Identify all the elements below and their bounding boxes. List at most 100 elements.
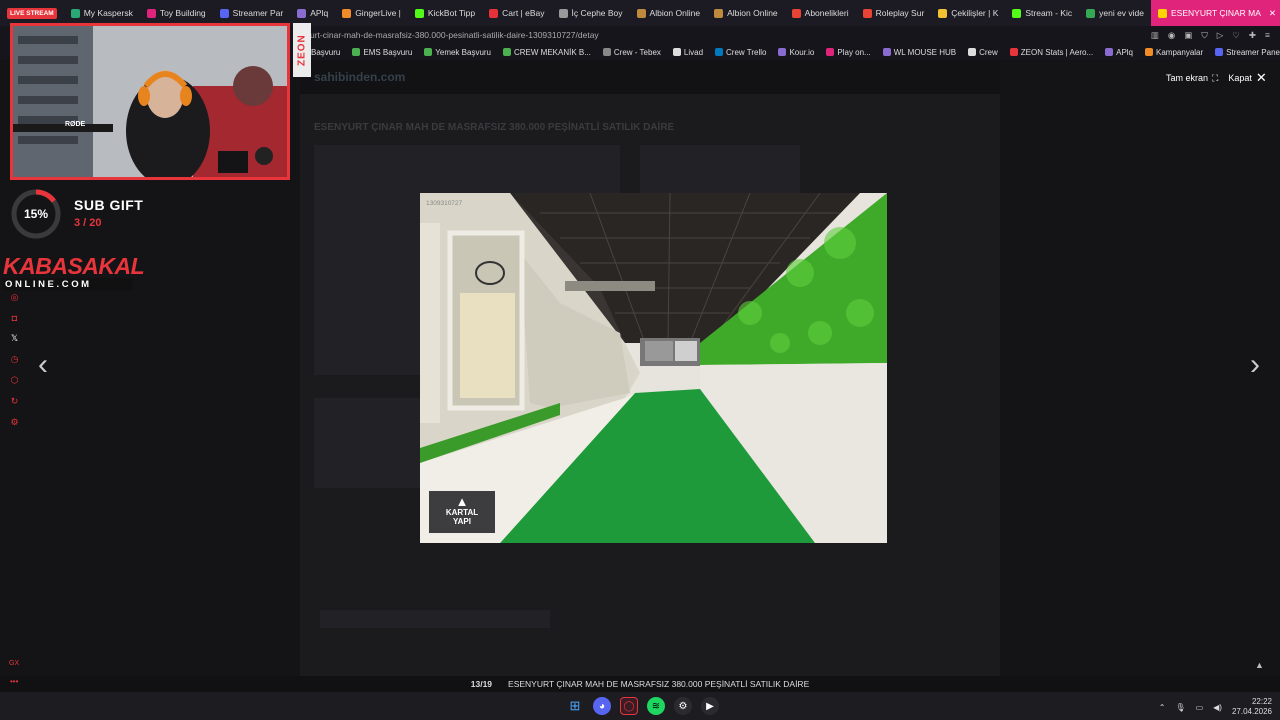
goal-title: SUB GIFT <box>74 197 144 213</box>
site-logo[interactable]: sahibinden.com <box>314 70 405 84</box>
bookmark-item[interactable]: Crew Trello <box>715 48 766 57</box>
thumbs-placeholder <box>314 398 424 488</box>
bookmark-item[interactable]: WL MOUSE HUB <box>882 48 956 57</box>
tab-label: KickBot Tipp <box>427 8 476 18</box>
bookmark-label: Crew - Tebex <box>613 47 661 57</box>
heart-icon[interactable]: ♡ <box>1232 30 1240 41</box>
browser-tab[interactable]: Çekilişler | K <box>931 0 1005 26</box>
media-player-icon[interactable]: ▶ <box>701 697 719 715</box>
bookmark-favicon-icon <box>1145 48 1154 56</box>
browser-tab[interactable]: ESENYURT ÇINAR MA ✕ <box>1151 0 1280 26</box>
bookmark-item[interactable]: Play on... <box>826 47 871 57</box>
scroll-up-icon[interactable]: ▲ <box>1255 660 1264 670</box>
extension-icon[interactable]: ✚ <box>1249 30 1256 41</box>
history-icon[interactable]: ◷ <box>8 354 21 365</box>
bookmark-label: Streamer Panel <box>1226 47 1280 57</box>
os-taskbar: ⊞ ◕ ◯ ≋ ⚙ ▶ ⌃ 🎙︎ ▭ ◀) 22:22 27.04.2026 <box>0 692 1280 720</box>
fullscreen-button[interactable]: Tam ekran ⛶ <box>1166 73 1218 84</box>
logo-text-top: KARTAL <box>445 508 479 517</box>
tab-favicon-icon <box>1012 8 1022 18</box>
bookmark-label: Kampanyalar <box>1156 47 1204 57</box>
steam-icon[interactable]: ⚙ <box>674 697 692 715</box>
sidebar-icon-1[interactable]: ◎ <box>8 292 21 303</box>
menu-icon[interactable]: ≡ <box>1265 30 1270 41</box>
bookmark-item[interactable]: CREW MEKANİK B... <box>503 48 591 57</box>
bookmark-label: Play on... <box>837 47 871 57</box>
logo-mark-icon: ▲ <box>455 494 469 509</box>
bookmark-item[interactable]: Kampanyalar <box>1145 48 1203 57</box>
next-arrow-icon[interactable]: › <box>1250 350 1260 380</box>
bookmark-label: ZEON Stats | Aero... <box>1020 47 1094 57</box>
tab-label: ESENYURT ÇINAR MA <box>1171 8 1261 18</box>
browser-tab[interactable]: yeni ev vide <box>1079 0 1151 26</box>
tab-label: Roleplay Sur <box>875 8 925 18</box>
instagram-icon[interactable]: ◘ <box>8 313 21 323</box>
goal-percent: 15% <box>23 207 49 221</box>
bookmark-item[interactable]: ZEON Stats | Aero... <box>1009 47 1094 57</box>
browser-tab[interactable]: Stream - Kic <box>1005 0 1079 26</box>
clock[interactable]: 22:22 27.04.2026 <box>1232 697 1272 717</box>
browser-tab[interactable]: Albion Online <box>630 0 708 26</box>
close-button[interactable]: Kapat ✕ <box>1228 70 1266 86</box>
tab-favicon-icon <box>714 8 724 18</box>
bookmark-favicon-icon <box>826 48 835 56</box>
bookmark-item[interactable]: APlq <box>1105 48 1133 57</box>
settings-icon[interactable]: ⚙ <box>8 417 21 428</box>
bookmark-item[interactable]: Crew <box>968 48 998 57</box>
camera-icon[interactable]: ◉ <box>1168 30 1175 41</box>
tab-close-icon[interactable]: ✕ <box>1269 8 1276 19</box>
browser-tab[interactable]: Roleplay Sur <box>856 0 932 26</box>
gx-label[interactable]: GX <box>9 660 19 667</box>
bookmark-item[interactable]: EMS Başvuru <box>352 48 412 57</box>
bookmark-label: Yemek Başvuru <box>435 47 491 57</box>
tab-favicon-icon <box>414 8 424 18</box>
close-label: Kapat <box>1228 73 1252 83</box>
prev-arrow-icon[interactable]: ‹ <box>38 350 48 380</box>
cube-icon[interactable]: ⬡ <box>8 375 21 386</box>
tab-favicon-icon <box>1086 8 1096 18</box>
bookmark-item[interactable]: Kour.io <box>778 48 814 57</box>
bookmark-item[interactable]: Crew - Tebex <box>602 47 661 57</box>
bookmark-favicon-icon <box>503 48 511 56</box>
sidebar-icon[interactable]: ▥ <box>1151 30 1159 41</box>
browser-tab[interactable]: GingerLive | <box>335 0 408 26</box>
browser-tab[interactable]: Abonelikleri <box>785 0 856 26</box>
tab-favicon-icon <box>862 8 872 18</box>
tab-label: APlq <box>310 8 329 18</box>
tab-label: Stream - Kic <box>1025 8 1073 18</box>
play-icon[interactable]: ▷ <box>1217 30 1224 41</box>
loop-icon[interactable]: ↻ <box>8 396 21 407</box>
tab-favicon-icon <box>791 8 801 18</box>
browser-tab[interactable]: Cart | eBay <box>482 0 551 26</box>
browser-tab[interactable]: İç Cephe Boy <box>552 0 630 26</box>
kartal-yapi-logo: ▲ KARTAL YAPI <box>429 491 495 533</box>
listing-title: ESENYURT ÇINAR MAH DE MASRAFSIZ 380.000 … <box>314 122 675 133</box>
spotify-icon[interactable]: ≋ <box>647 697 665 715</box>
mic-brand-label: RØDE <box>65 121 86 128</box>
bag-icon[interactable]: ▣ <box>1184 30 1192 41</box>
url-text[interactable]: urt-cinar-mah-de-masrafsiz-380.000-pesin… <box>310 30 599 40</box>
network-icon[interactable]: ▭ <box>1196 703 1204 712</box>
more-options-icon[interactable]: ••• <box>10 677 18 686</box>
windows-start-icon[interactable]: ⊞ <box>566 697 584 715</box>
bookmark-label: Crew Trello <box>726 47 767 57</box>
browser-tab[interactable]: Albion Online <box>707 0 785 26</box>
bookmark-item[interactable]: Streamer Panel <box>1215 48 1280 57</box>
tray-chevron-icon[interactable]: ⌃ <box>1159 703 1166 712</box>
gallery-photo[interactable]: 1309310727 ▲ KARTAL YAPI <box>420 193 887 543</box>
bookmark-item[interactable]: Yemek Başvuru <box>424 48 491 57</box>
tab-label: İç Cephe Boy <box>571 8 623 18</box>
fullscreen-icon: ⛶ <box>1212 72 1219 83</box>
browser-tab[interactable]: KickBot Tipp <box>408 0 482 26</box>
shield-icon[interactable]: ⛉ <box>1201 30 1207 41</box>
clock-date: 27.04.2026 <box>1231 707 1272 716</box>
microphone-icon[interactable]: 🎙︎ <box>1175 703 1185 712</box>
discord-icon[interactable]: ◕ <box>593 697 611 715</box>
x-twitter-icon[interactable]: 𝕏 <box>8 333 21 344</box>
opera-gx-icon[interactable]: ◯ <box>620 697 638 715</box>
speaker-icon[interactable]: ◀) <box>1213 703 1222 712</box>
tab-label: Cart | eBay <box>502 8 545 18</box>
tab-label: Abonelikleri <box>804 8 849 18</box>
bookmark-item[interactable]: Livad <box>672 48 703 57</box>
tab-label: My Kaspersk <box>83 8 133 18</box>
